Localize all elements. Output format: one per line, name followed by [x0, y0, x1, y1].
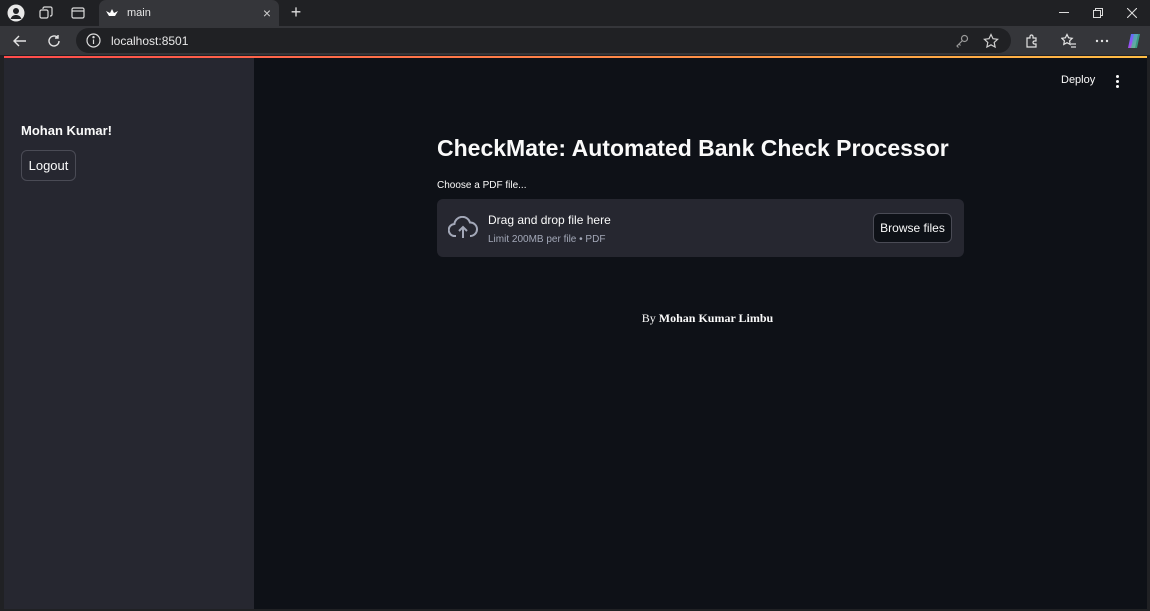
deploy-button[interactable]: Deploy — [1061, 74, 1095, 86]
dropzone-instructions: Drag and drop file here — [488, 213, 611, 227]
logout-button[interactable]: Logout — [21, 150, 76, 181]
main-menu-icon[interactable] — [1110, 73, 1124, 89]
dropzone-limit: Limit 200MB per file • PDF — [488, 234, 606, 245]
tab-title: main — [127, 7, 151, 19]
uploader-label: Choose a PDF file... — [437, 180, 527, 191]
app-viewport: Mohan Kumar! Logout Deploy CheckMate: Au… — [4, 56, 1147, 609]
user-greeting: Mohan Kumar! — [21, 123, 112, 138]
file-dropzone[interactable]: Drag and drop file here Limit 200MB per … — [437, 199, 964, 257]
browse-files-button[interactable]: Browse files — [873, 213, 952, 243]
reload-icon[interactable] — [43, 30, 65, 52]
new-tab-icon[interactable]: + — [286, 3, 306, 23]
tab-main[interactable]: main × — [99, 0, 279, 26]
favorite-star-icon[interactable] — [982, 32, 1000, 50]
restore-icon[interactable] — [1083, 3, 1113, 23]
site-info-icon[interactable] — [85, 32, 102, 49]
more-options-icon[interactable] — [1091, 30, 1113, 52]
byline-prefix: By — [641, 311, 656, 325]
favorites-icon[interactable] — [1058, 30, 1080, 52]
sidebar: Mohan Kumar! Logout — [4, 58, 254, 609]
extensions-icon[interactable] — [1021, 30, 1043, 52]
cloud-upload-icon — [447, 215, 478, 240]
minimize-icon[interactable] — [1049, 3, 1079, 23]
url-text: localhost:8501 — [111, 34, 189, 48]
back-icon[interactable] — [9, 30, 31, 52]
key-icon[interactable] — [953, 32, 971, 50]
streamlit-icon — [105, 6, 119, 20]
page-title: CheckMate: Automated Bank Check Processo… — [437, 135, 949, 161]
browser-tab-bar: main × + — [0, 0, 1150, 26]
byline-author: Mohan Kumar Limbu — [658, 311, 774, 325]
browser-toolbar: localhost:8501 — [0, 26, 1150, 55]
workspaces-icon[interactable] — [36, 3, 56, 23]
byline: By Mohan Kumar Limbu — [437, 311, 978, 326]
copilot-icon[interactable] — [1123, 30, 1145, 52]
vertical-tabs-icon[interactable] — [68, 3, 88, 23]
profile-icon[interactable] — [6, 3, 26, 23]
close-tab-icon[interactable]: × — [259, 5, 275, 21]
address-bar[interactable]: localhost:8501 — [76, 28, 1011, 53]
close-window-icon[interactable] — [1117, 3, 1147, 23]
